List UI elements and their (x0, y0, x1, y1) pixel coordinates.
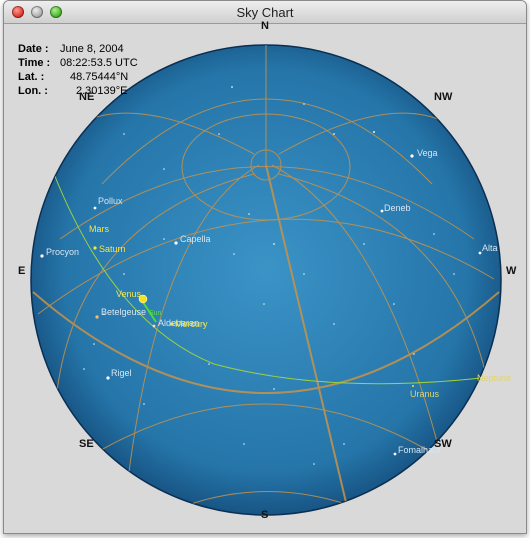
star-vega[interactable] (410, 154, 414, 158)
planet-label-neptune: Neptune (477, 373, 511, 383)
planet-label-mercury: Mercury (175, 319, 208, 329)
direction-northeast: NE (79, 91, 95, 103)
planet-label-sun: Sun (149, 310, 162, 317)
star-label-deneb: Deneb (384, 203, 411, 213)
longitude-row: Lon. : 2.30139°E (18, 84, 198, 98)
direction-southeast: SE (79, 438, 94, 450)
star-label-vega: Vega (417, 148, 438, 158)
star-label-rigel: Rigel (111, 368, 132, 378)
star-altair[interactable] (478, 251, 482, 255)
planet-mercury[interactable] (170, 322, 174, 326)
star-betelgeuse[interactable] (95, 315, 99, 319)
time-label: Time : (18, 57, 51, 69)
latitude-label: Lat. : (18, 71, 45, 83)
planet-uranus[interactable] (412, 385, 414, 387)
planet-label-saturn: Saturn (99, 244, 126, 254)
window-title: Sky Chart (236, 5, 294, 20)
sun-disc[interactable] (138, 294, 148, 304)
direction-east: E (18, 265, 26, 277)
direction-south: S (261, 509, 269, 521)
date-value: June 8, 2004 (60, 43, 124, 55)
direction-north: N (261, 20, 269, 32)
direction-northwest: NW (434, 91, 453, 103)
observation-info: Date : June 8, 2004 Time : 08:22:53.5 UT… (18, 42, 198, 98)
planet-label-mars: Mars (89, 224, 109, 234)
star-rigel[interactable] (106, 376, 110, 380)
direction-west: W (506, 265, 517, 277)
latitude-value: 48.75444°N (70, 71, 129, 83)
star-deneb[interactable] (380, 209, 384, 213)
direction-southwest: SW (434, 438, 452, 450)
date-label: Date : (18, 43, 49, 55)
star-label-betelgeuse: Betelgeuse (101, 307, 146, 317)
planet-label-uranus: Uranus (410, 389, 440, 399)
star-aldebaran[interactable] (152, 324, 156, 328)
star-capella[interactable] (174, 241, 178, 245)
sky-chart-window: Sky Chart Vega Deneb Alta Pollux Procyon… (3, 0, 527, 534)
longitude-label: Lon. : (18, 85, 48, 97)
planet-label-venus: Venus (116, 289, 142, 299)
time-value: 08:22:53.5 UTC (60, 57, 138, 69)
star-procyon[interactable] (40, 254, 44, 258)
star-label-pollux: Pollux (98, 196, 123, 206)
star-pollux[interactable] (93, 206, 97, 210)
sky-chart-content: Vega Deneb Alta Pollux Procyon Capella B… (4, 20, 526, 533)
date-row: Date : June 8, 2004 (18, 42, 198, 56)
star-label-procyon: Procyon (46, 247, 79, 257)
time-row: Time : 08:22:53.5 UTC (18, 56, 198, 70)
planet-saturn[interactable] (93, 246, 97, 250)
star-fomalhaut[interactable] (393, 452, 397, 456)
latitude-row: Lat. : 48.75444°N (18, 70, 198, 84)
star-label-altair: Alta (482, 243, 498, 253)
star-label-capella: Capella (180, 234, 211, 244)
